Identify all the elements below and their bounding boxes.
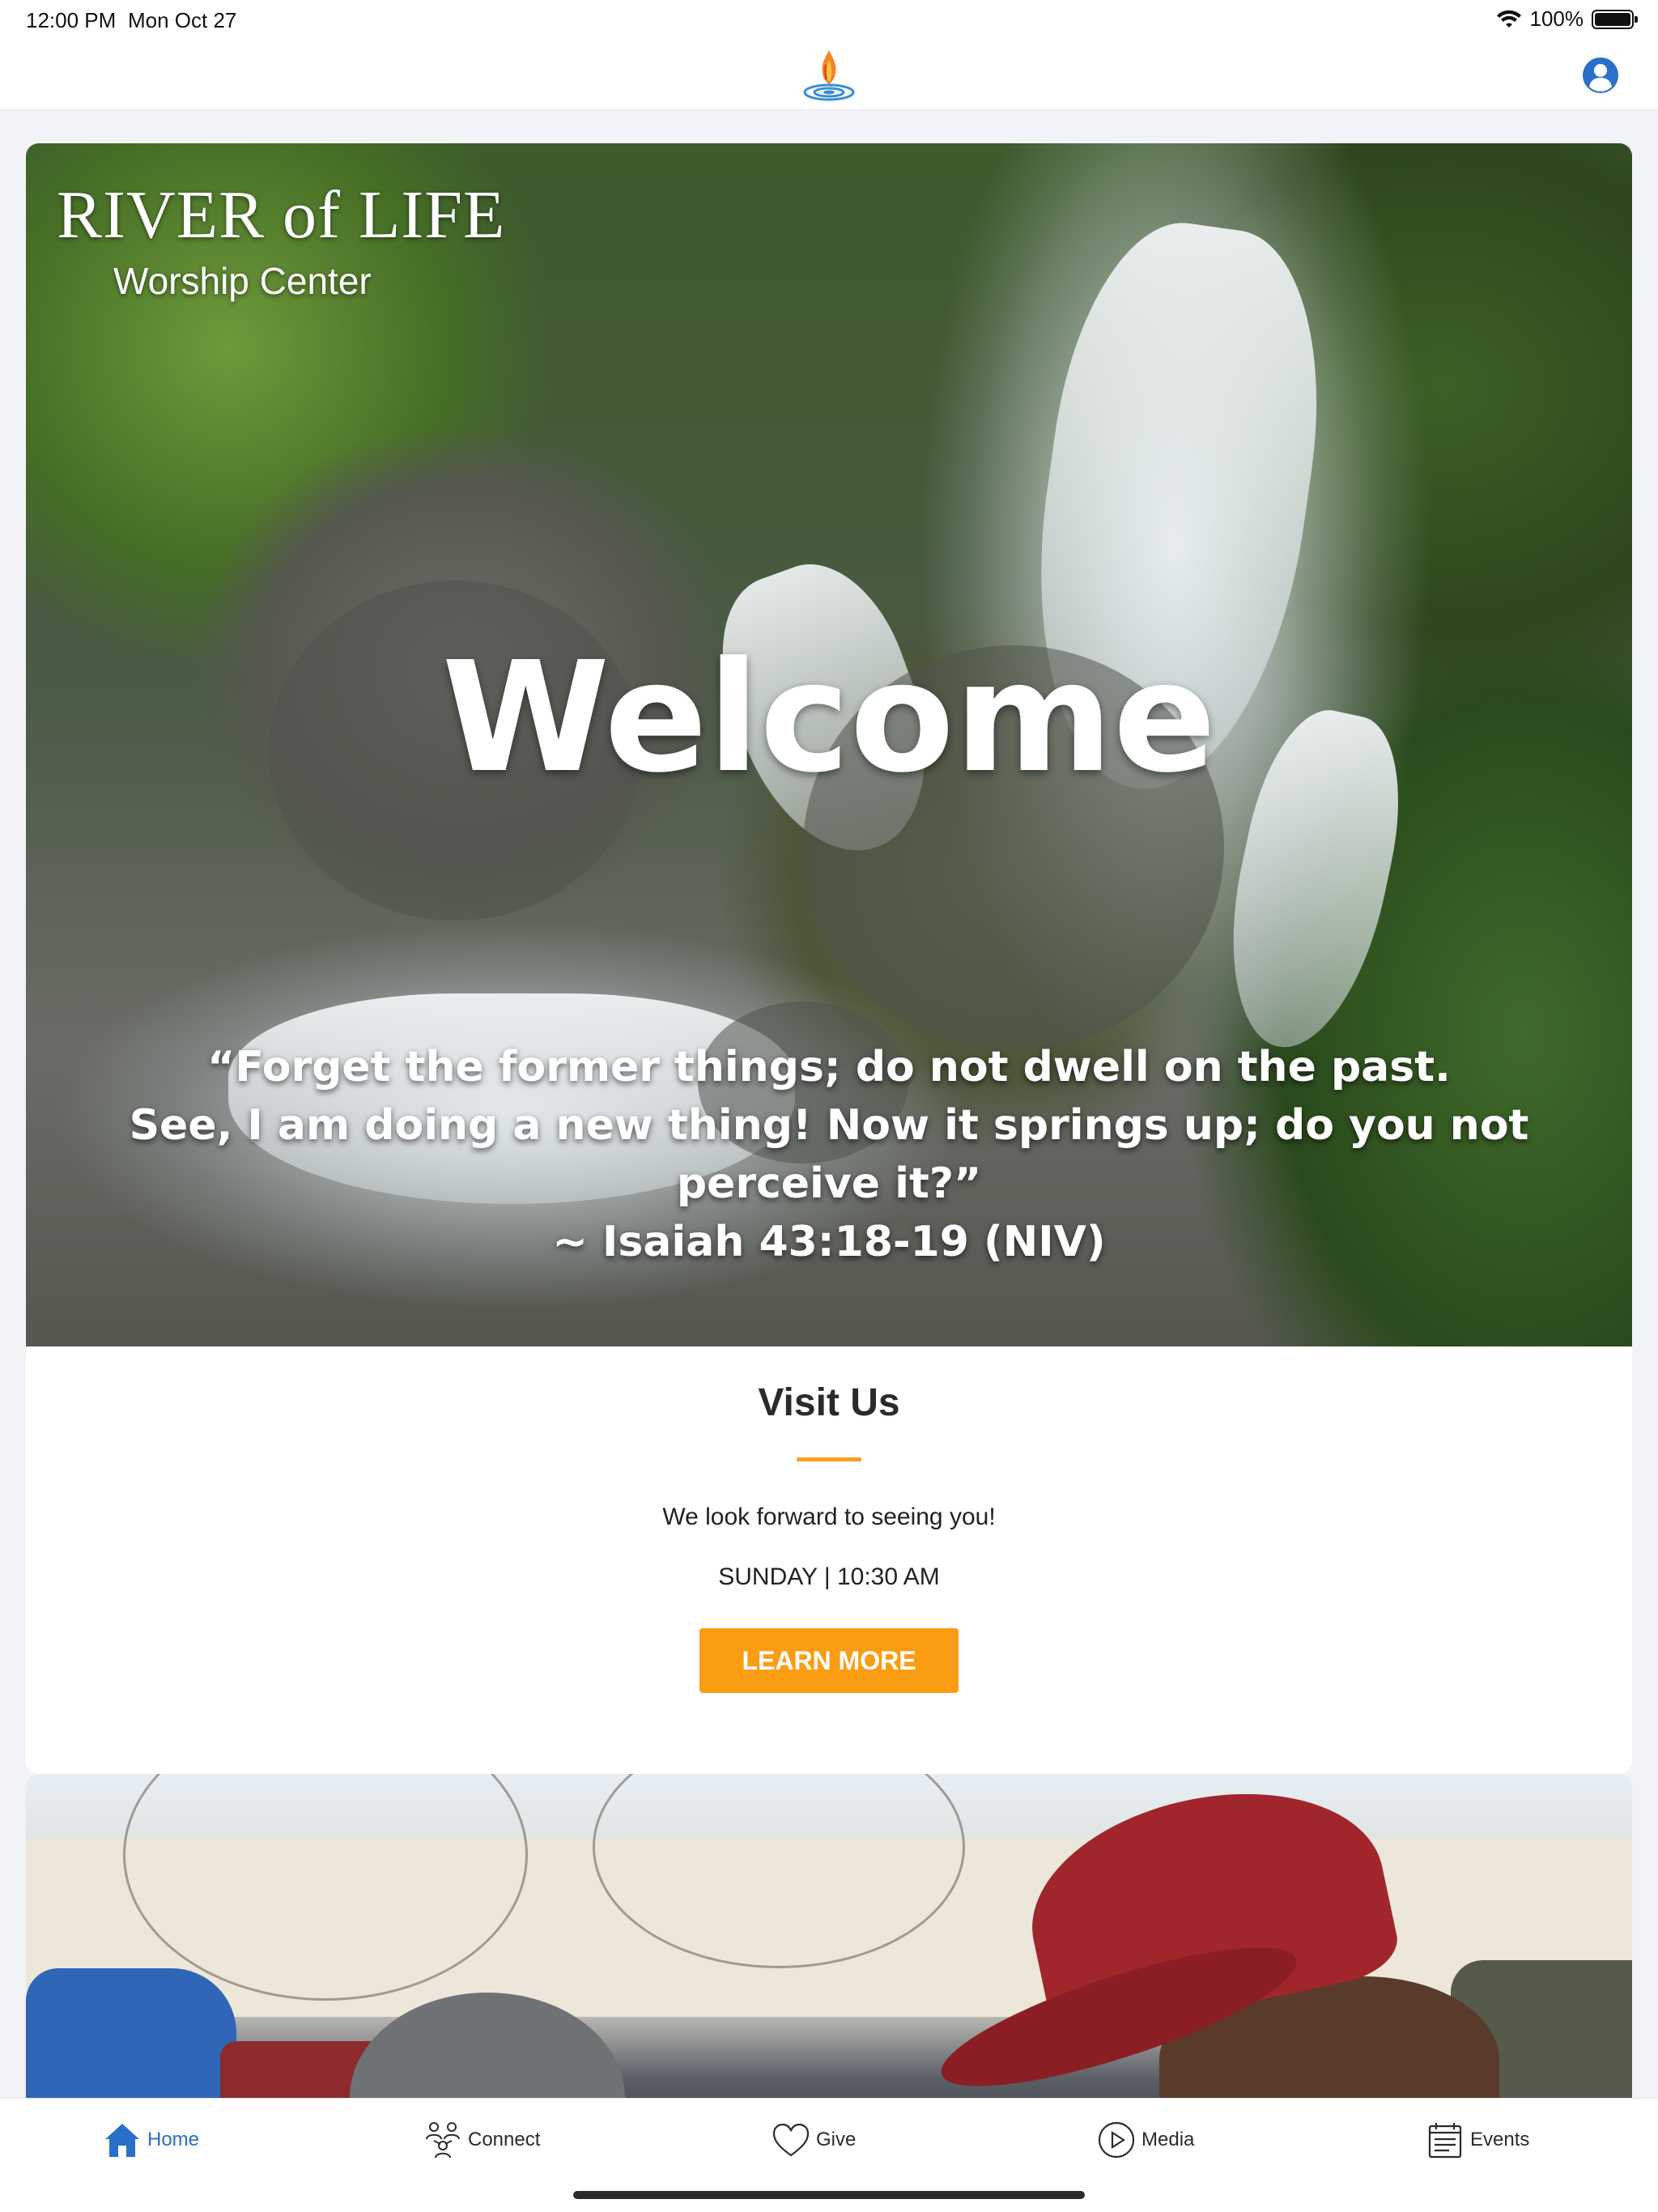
tab-label-give: Give (816, 2129, 857, 2150)
tab-give[interactable]: Give (771, 2120, 856, 2160)
hero-waterfall-image: RIVER of LIFE Worship Center Welcome “Fo… (26, 143, 1632, 1346)
tab-label-media: Media (1141, 2129, 1195, 2150)
nav-header (0, 39, 1658, 110)
status-time: 12:00 PM (26, 8, 117, 32)
user-circle-icon[interactable] (1582, 57, 1619, 94)
heart-icon (772, 2123, 810, 2157)
visit-us-section: Visit Us We look forward to seeing you! … (26, 1346, 1632, 1693)
church-brand: RIVER of LIFE Worship Center (57, 176, 505, 303)
service-time: SUNDAY | 10:30 AM (718, 1563, 940, 1590)
status-indicators: 100% (1496, 6, 1638, 32)
visit-title: Visit Us (758, 1381, 900, 1424)
flame-water-logo (803, 50, 855, 101)
learn-more-button[interactable]: LEARN MORE (699, 1628, 959, 1693)
calendar-icon (1428, 2123, 1462, 2159)
battery-percentage: 100% (1529, 6, 1584, 31)
status-date: Mon Oct 27 (128, 8, 237, 32)
status-bar: 12:00 PM Mon Oct 27 100% (0, 0, 1658, 39)
tab-events[interactable]: Events (1425, 2120, 1529, 2160)
tab-home[interactable]: Home (102, 2120, 199, 2160)
church-name: RIVER of LIFE (57, 177, 506, 253)
tab-media[interactable]: Media (1096, 2120, 1194, 2160)
scripture-quote: “Forget the former things; do not dwell … (26, 1038, 1632, 1271)
home-icon (105, 2124, 139, 2157)
church-subtitle: Worship Center (113, 260, 372, 302)
welcome-headline: Welcome (441, 629, 1217, 806)
quote-line-2: See, I am doing a new thing! Now it spri… (129, 1101, 1529, 1208)
home-feed[interactable]: RIVER of LIFE Worship Center Welcome “Fo… (0, 111, 1658, 2098)
battery-icon (1592, 9, 1638, 29)
tab-label-events: Events (1470, 2129, 1530, 2150)
play-circle-icon (1098, 2121, 1135, 2159)
section-divider (797, 1457, 861, 1461)
quote-line-1: “Forget the former things; do not dwell … (207, 1043, 1451, 1091)
people-icon (426, 2122, 460, 2159)
welcome-card: RIVER of LIFE Worship Center Welcome “Fo… (26, 143, 1632, 1774)
visit-text: We look forward to seeing you! (662, 1504, 996, 1530)
wifi-icon (1496, 10, 1521, 28)
community-photo (26, 1774, 1632, 2098)
tab-connect[interactable]: Connect (423, 2120, 540, 2160)
quote-citation: ~ Isaiah 43:18-19 (NIV) (552, 1218, 1106, 1266)
home-indicator[interactable] (573, 2191, 1085, 2199)
community-photo-card[interactable] (26, 1774, 1632, 2098)
tab-label-connect: Connect (468, 2129, 541, 2150)
tab-label-home: Home (147, 2129, 200, 2150)
